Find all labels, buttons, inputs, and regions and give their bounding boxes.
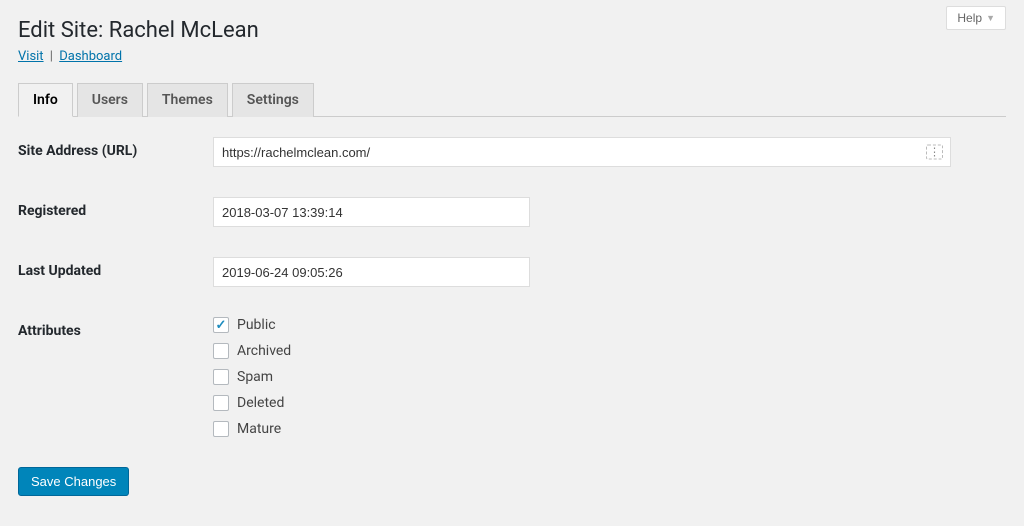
attribute-deleted[interactable]: Deleted [213,395,291,411]
site-address-label: Site Address (URL) [18,137,213,159]
registered-label: Registered [18,197,213,219]
checkbox-deleted[interactable] [213,395,229,411]
tab-users-label: Users [92,92,128,108]
row-site-address: Site Address (URL) ⋮ [18,137,1006,167]
tab-themes-label: Themes [162,92,213,108]
save-changes-button[interactable]: Save Changes [18,467,129,496]
tab-users[interactable]: Users [77,83,143,117]
tab-themes[interactable]: Themes [147,83,228,117]
attribute-deleted-label: Deleted [237,395,284,411]
row-last-updated: Last Updated [18,257,1006,287]
attribute-public-label: Public [237,317,276,333]
help-label: Help [957,11,982,25]
attribute-public[interactable]: Public [213,317,291,333]
checkbox-spam[interactable] [213,369,229,385]
attribute-archived[interactable]: Archived [213,343,291,359]
row-attributes: Attributes Public Archived Spam Deleted … [18,317,1006,437]
site-address-input[interactable] [213,137,951,167]
help-toggle-button[interactable]: Help ▼ [946,6,1006,30]
nav-tabs: Info Users Themes Settings [18,82,1006,117]
dashboard-link[interactable]: Dashboard [59,49,122,64]
tab-info[interactable]: Info [18,83,73,117]
site-info-form: Site Address (URL) ⋮ Registered Last Upd… [18,137,1006,496]
chevron-down-icon: ▼ [986,13,995,23]
tab-info-label: Info [33,92,58,108]
visit-link[interactable]: Visit [18,49,44,64]
attributes-group: Public Archived Spam Deleted Mature [213,317,291,437]
screen-meta: Help ▼ [946,6,1006,30]
input-lastpass-icon: ⋮ [926,145,943,160]
submit-row: Save Changes [18,467,1006,496]
checkbox-mature[interactable] [213,421,229,437]
checkbox-archived[interactable] [213,343,229,359]
tab-settings[interactable]: Settings [232,83,314,117]
row-registered: Registered [18,197,1006,227]
attribute-spam[interactable]: Spam [213,369,291,385]
last-updated-input[interactable] [213,257,530,287]
attribute-mature[interactable]: Mature [213,421,291,437]
attribute-mature-label: Mature [237,421,281,437]
attributes-label: Attributes [18,317,213,339]
attribute-archived-label: Archived [237,343,291,359]
tab-settings-label: Settings [247,92,299,108]
last-updated-label: Last Updated [18,257,213,279]
link-separator: | [47,49,56,64]
page-title: Edit Site: Rachel McLean [18,18,1006,43]
registered-input[interactable] [213,197,530,227]
subnav-links: Visit | Dashboard [18,49,1006,64]
attribute-spam-label: Spam [237,369,273,385]
checkbox-public[interactable] [213,317,229,333]
